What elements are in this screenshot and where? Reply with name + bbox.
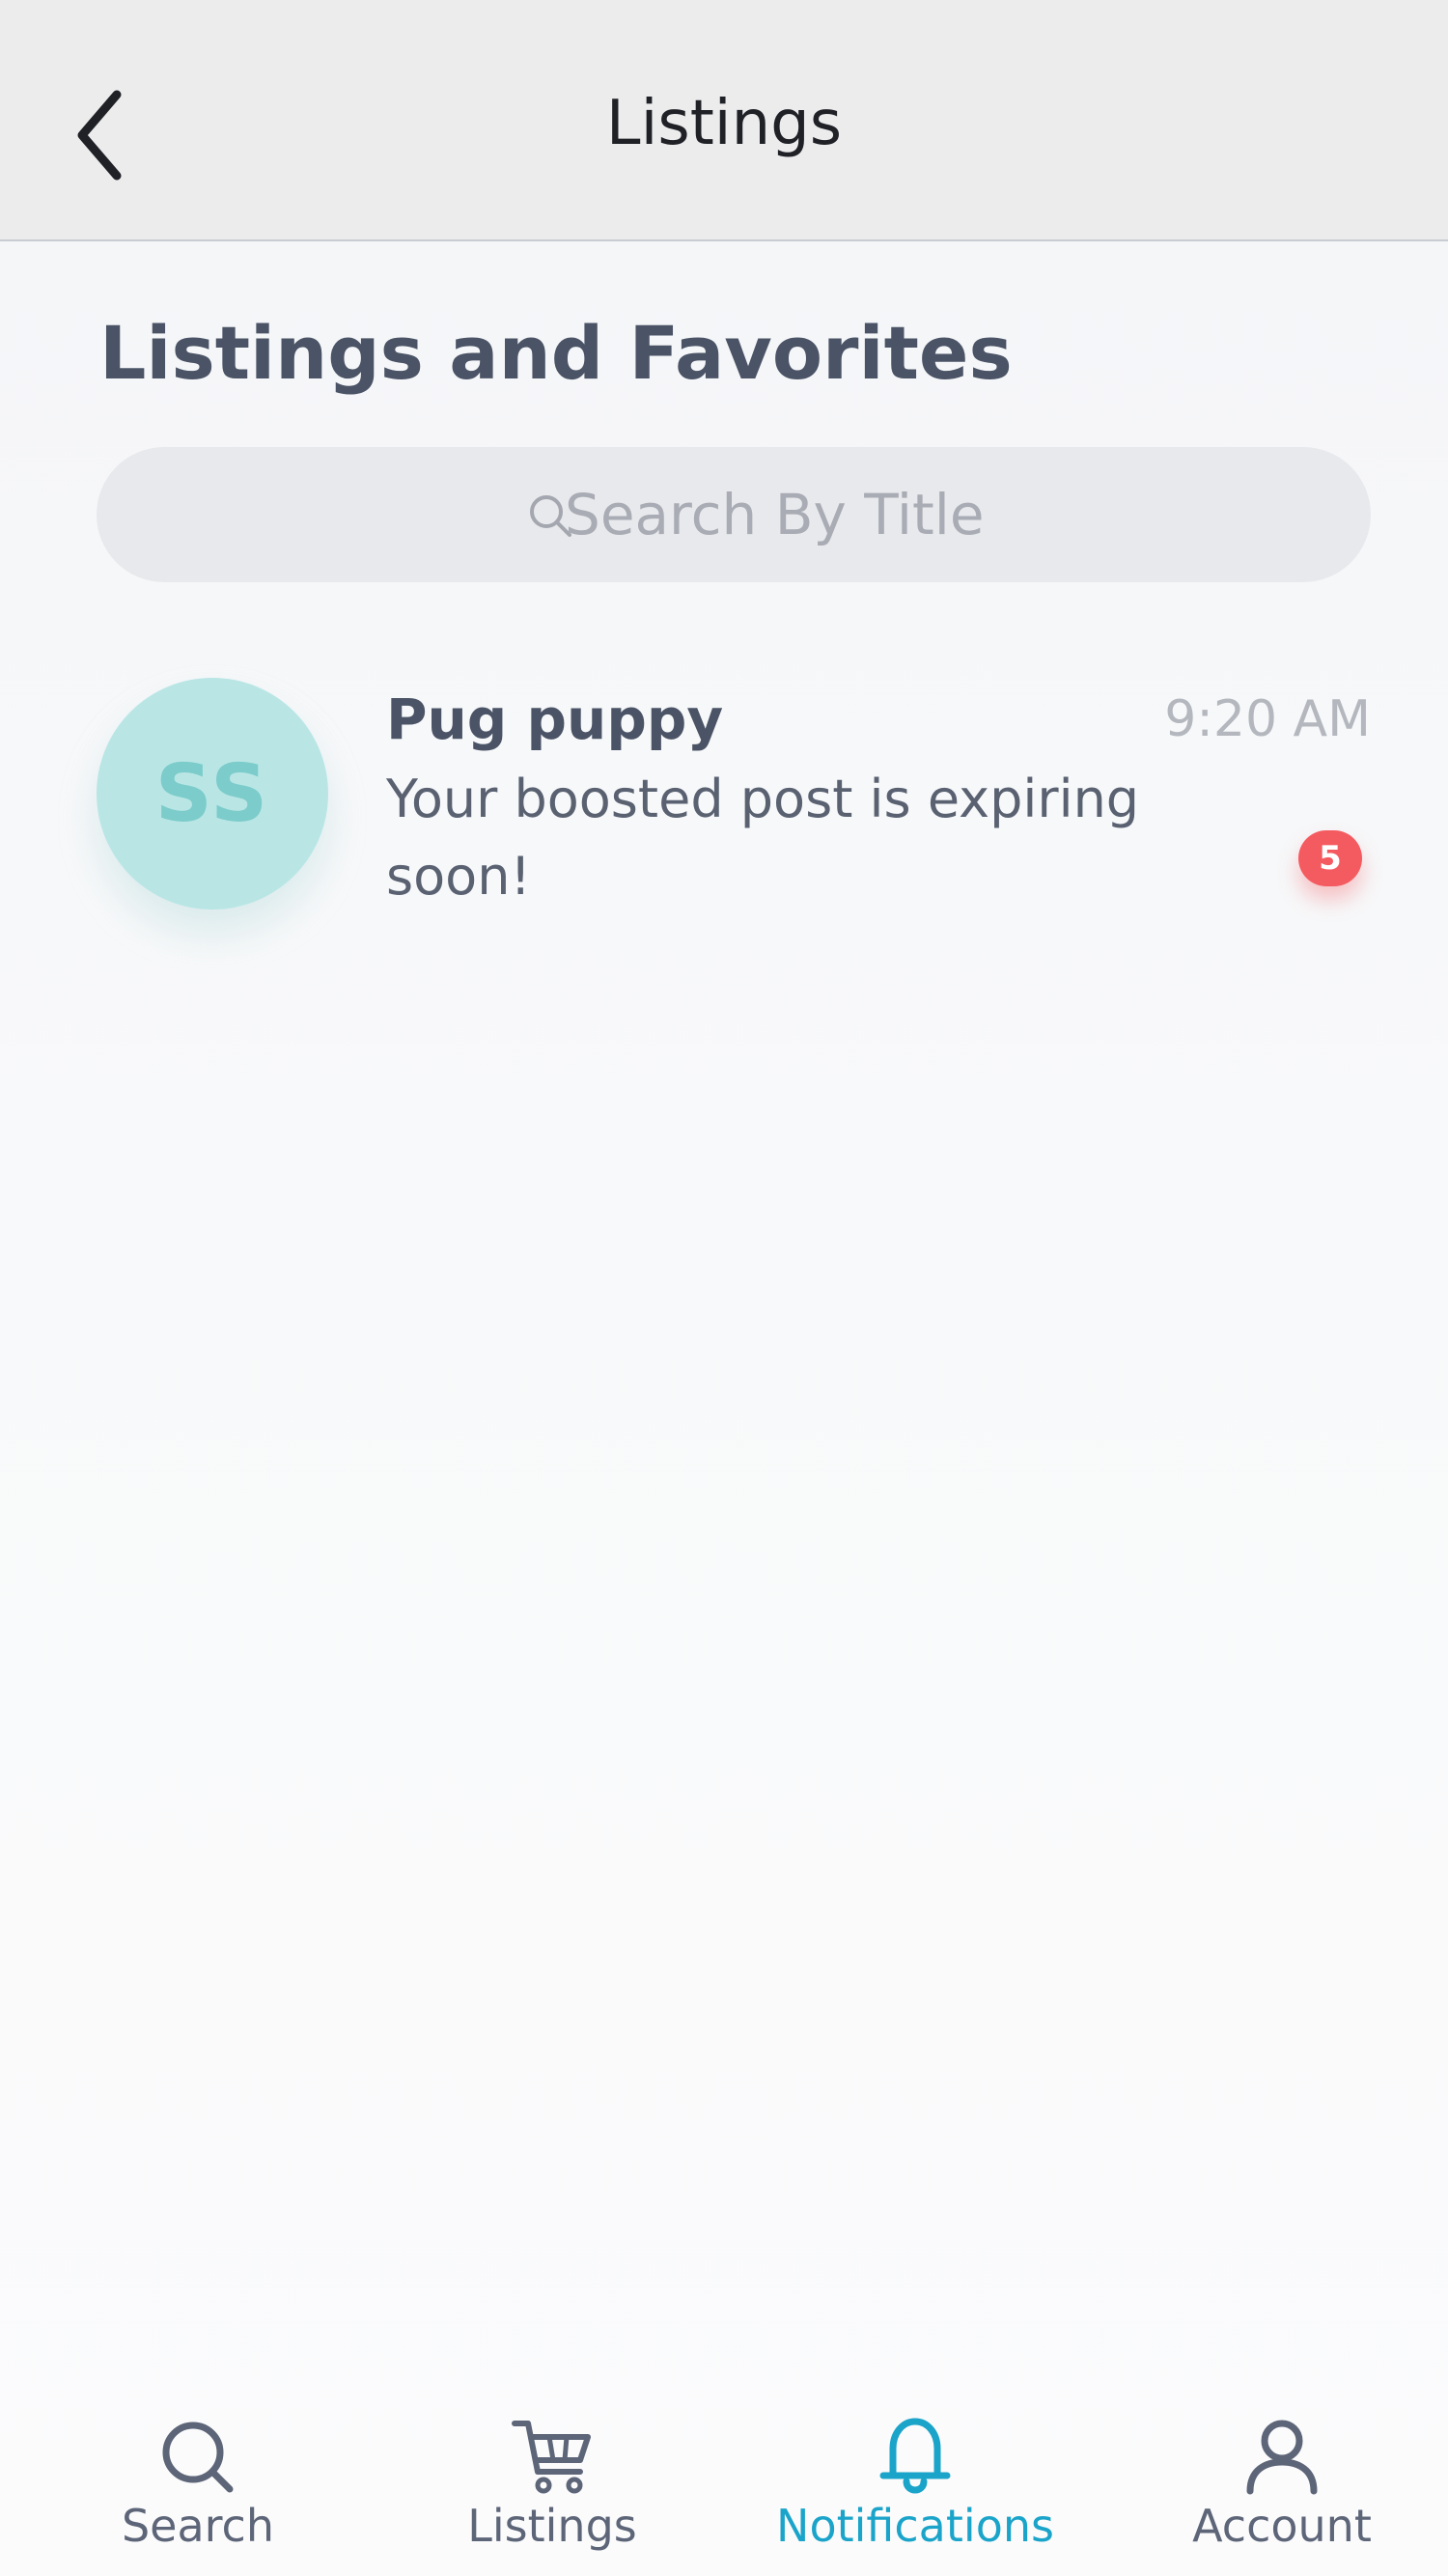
user-icon	[1246, 2420, 1318, 2495]
tab-listings[interactable]: Listings	[444, 2385, 660, 2576]
app-header: Listings	[0, 0, 1448, 241]
bottom-tab-bar: Search Listings Notifications Account	[0, 2385, 1448, 2576]
tab-label-notifications: Notifications	[776, 2500, 1054, 2552]
tab-label-search: Search	[121, 2500, 275, 2552]
avatar: SS	[97, 678, 328, 910]
tab-account[interactable]: Account	[1176, 2385, 1388, 2576]
list-item[interactable]: SS Pug puppy 9:20 AM Your boosted post i…	[97, 676, 1371, 927]
tab-search[interactable]: Search	[87, 2385, 309, 2576]
tab-label-listings: Listings	[467, 2500, 637, 2552]
unread-badge: 5	[1298, 830, 1362, 886]
listing-time: 9:20 AM	[1164, 690, 1371, 748]
page-title: Listings	[605, 88, 843, 159]
listing-message: Your boosted post is expiring soon!	[386, 769, 1140, 907]
search-bar[interactable]	[97, 447, 1371, 582]
tab-label-account: Account	[1192, 2500, 1372, 2552]
bell-icon	[879, 2418, 951, 2494]
section-title: Listings and Favorites	[99, 310, 1013, 396]
search-input[interactable]	[97, 447, 1371, 582]
search-icon	[162, 2422, 234, 2493]
avatar-initials: SS	[154, 747, 270, 840]
listing-title: Pug puppy	[386, 686, 724, 752]
cart-icon	[512, 2421, 591, 2494]
tab-notifications[interactable]: Notifications	[772, 2385, 1058, 2576]
